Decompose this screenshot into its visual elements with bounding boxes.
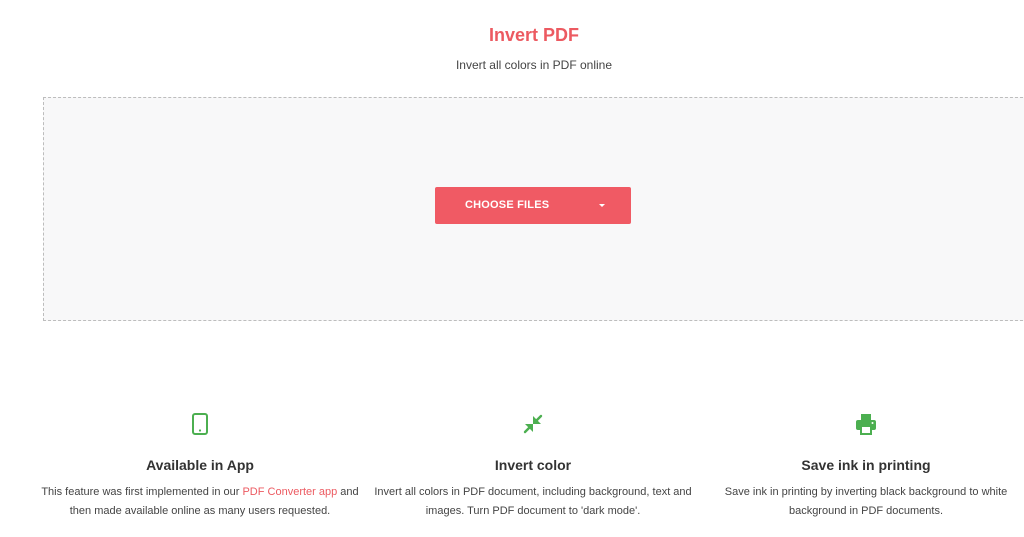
feature-title: Invert color (494, 457, 572, 473)
feature-available-in-app: Available in App This feature was first … (40, 412, 360, 521)
feature-title: Available in App (146, 457, 254, 473)
page: Invert PDF Invert all colors in PDF onli… (0, 0, 1024, 537)
choose-files-button[interactable]: CHOOSE FILES (435, 187, 631, 224)
feature-save-ink: Save ink in printing Save ink in printin… (706, 412, 1024, 521)
caret-down-icon[interactable] (599, 204, 605, 207)
feature-invert-color: Invert color Invert all colors in PDF do… (373, 412, 693, 521)
tablet-icon (192, 413, 208, 435)
pdf-converter-app-link[interactable]: PDF Converter app (242, 486, 337, 498)
feature-description: Invert all colors in PDF document, inclu… (374, 486, 692, 517)
feature-description: Save ink in printing by inverting black … (724, 486, 1008, 517)
page-title: Invert PDF (488, 25, 580, 45)
feature-desc-text: This feature was first implemented in ou… (41, 486, 243, 498)
compress-arrows-icon (523, 414, 543, 434)
page-subtitle: Invert all colors in PDF online (455, 58, 613, 72)
feature-title: Save ink in printing (801, 457, 931, 473)
choose-files-label: CHOOSE FILES (465, 199, 550, 211)
feature-description: This feature was first implemented in ou… (40, 483, 360, 521)
printer-icon (856, 414, 876, 435)
